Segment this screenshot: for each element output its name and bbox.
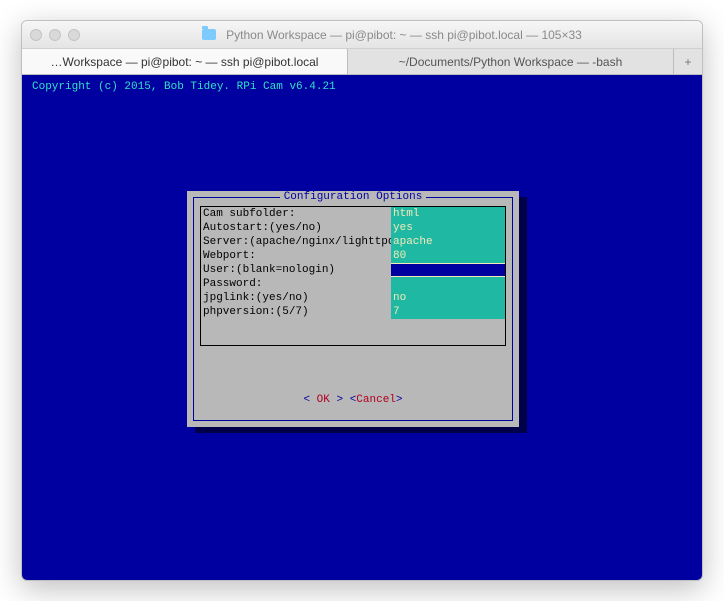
- label-jpglink: jpglink:(yes/no): [201, 291, 391, 305]
- field-jpglink[interactable]: jpglink:(yes/no) no: [201, 291, 505, 305]
- folder-icon: [202, 29, 216, 40]
- tab-ssh[interactable]: …Workspace — pi@pibot: ~ — ssh pi@pibot.…: [22, 49, 348, 74]
- value-user[interactable]: [391, 263, 505, 277]
- dialog-title-text: Configuration Options: [280, 191, 427, 203]
- value-password[interactable]: [391, 277, 505, 291]
- ok-button[interactable]: OK: [317, 394, 330, 406]
- button-gap: [343, 394, 350, 406]
- label-webport: Webport:: [201, 249, 391, 263]
- form-box: Cam subfolder: html Autostart:(yes/no) y…: [200, 206, 506, 346]
- value-autostart[interactable]: yes: [391, 221, 505, 235]
- copyright-text: Copyright (c) 2015, Bob Tidey. RPi Cam v…: [32, 81, 692, 93]
- minimize-icon[interactable]: [49, 29, 61, 41]
- ok-bracket-right: >: [330, 394, 343, 406]
- dialog-border: Configuration Options Cam subfolder: htm…: [193, 197, 513, 421]
- field-autostart[interactable]: Autostart:(yes/no) yes: [201, 221, 505, 235]
- tab-bar: …Workspace — pi@pibot: ~ — ssh pi@pibot.…: [22, 49, 702, 75]
- field-password[interactable]: Password:: [201, 277, 505, 291]
- value-jpglink[interactable]: no: [391, 291, 505, 305]
- value-webport[interactable]: 80: [391, 249, 505, 263]
- terminal-window: Python Workspace — pi@pibot: ~ — ssh pi@…: [21, 20, 703, 581]
- label-password: Password:: [201, 277, 391, 291]
- dialog-buttons: < OK > <Cancel>: [194, 394, 512, 406]
- value-server[interactable]: apache: [391, 235, 505, 249]
- config-dialog: Configuration Options Cam subfolder: htm…: [187, 191, 519, 427]
- field-webport[interactable]: Webport: 80: [201, 249, 505, 263]
- dialog-title: Configuration Options: [194, 191, 512, 203]
- value-phpversion[interactable]: 7: [391, 305, 505, 319]
- field-cam-subfolder[interactable]: Cam subfolder: html: [201, 207, 505, 221]
- zoom-icon[interactable]: [68, 29, 80, 41]
- new-tab-button[interactable]: +: [674, 49, 702, 74]
- label-user: User:(blank=nologin): [201, 263, 391, 277]
- close-icon[interactable]: [30, 29, 42, 41]
- label-autostart: Autostart:(yes/no): [201, 221, 391, 235]
- value-cam-subfolder[interactable]: html: [391, 207, 505, 221]
- window-title-text: Python Workspace — pi@pibot: ~ — ssh pi@…: [226, 28, 582, 42]
- field-user[interactable]: User:(blank=nologin): [201, 263, 505, 277]
- traffic-lights: [30, 29, 80, 41]
- label-cam-subfolder: Cam subfolder:: [201, 207, 391, 221]
- tab-bash[interactable]: ~/Documents/Python Workspace — -bash: [348, 49, 674, 74]
- cancel-bracket-right: >: [396, 394, 403, 406]
- label-server: Server:(apache/nginx/lighttpd): [201, 235, 391, 249]
- field-server[interactable]: Server:(apache/nginx/lighttpd) apache: [201, 235, 505, 249]
- field-phpversion[interactable]: phpversion:(5/7) 7: [201, 305, 505, 319]
- ok-bracket-left: <: [303, 394, 316, 406]
- cancel-button[interactable]: Cancel: [356, 394, 396, 406]
- terminal-content: Copyright (c) 2015, Bob Tidey. RPi Cam v…: [22, 75, 702, 580]
- window-title: Python Workspace — pi@pibot: ~ — ssh pi@…: [90, 28, 694, 42]
- label-phpversion: phpversion:(5/7): [201, 305, 391, 319]
- titlebar[interactable]: Python Workspace — pi@pibot: ~ — ssh pi@…: [22, 21, 702, 49]
